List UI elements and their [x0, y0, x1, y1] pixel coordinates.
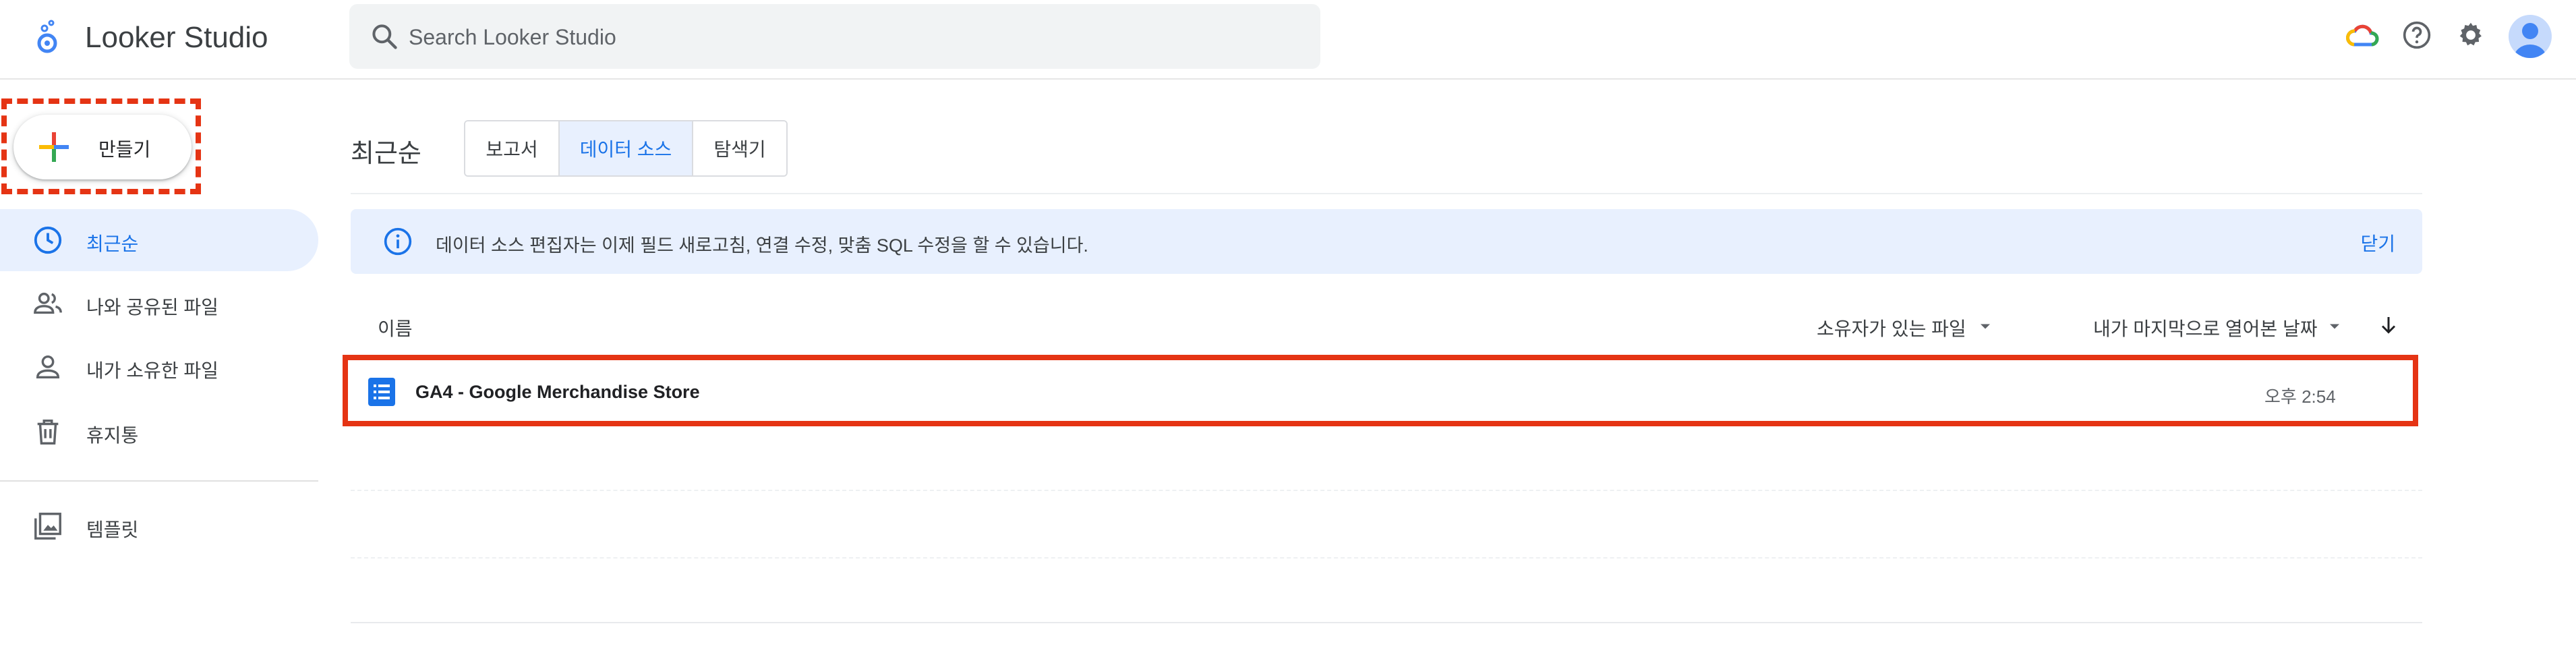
sidebar-item-label: 나와 공유된 파일 [86, 297, 218, 318]
plus-icon [39, 132, 69, 162]
tab-explorer[interactable]: 탐색기 [693, 121, 786, 175]
table-row[interactable]: GA4 - Google Merchandise Store 오후 2:54 [351, 362, 2414, 422]
banner-close-button[interactable]: 닫기 [2360, 229, 2395, 256]
sort-arrow-down-icon[interactable] [2376, 313, 2401, 337]
people-icon [34, 292, 62, 314]
search-icon[interactable] [370, 22, 399, 51]
empty-row-divider [351, 490, 2422, 491]
trash-icon [37, 419, 59, 445]
help-icon[interactable] [2398, 16, 2436, 54]
sidebar-item-label: 휴지통 [86, 425, 139, 446]
looker-studio-logo-icon[interactable] [27, 16, 69, 58]
sidebar-item-owned-by-me[interactable]: 내가 소유한 파일 [0, 336, 318, 398]
row-file-name[interactable]: GA4 - Google Merchandise Store [415, 382, 700, 403]
data-source-icon [368, 378, 395, 406]
tab-reports[interactable]: 보고서 [465, 121, 560, 175]
empty-row-divider [351, 557, 2422, 559]
page-title: 최근순 [351, 140, 421, 168]
search-input[interactable] [407, 4, 1287, 70]
list-bottom-divider [351, 622, 2422, 623]
info-icon [384, 227, 412, 256]
clock-icon [34, 226, 62, 254]
sidebar-item-label: 내가 소유한 파일 [86, 360, 218, 381]
create-button[interactable]: 만들기 [13, 115, 192, 179]
top-bar: Looker Studio [0, 0, 2576, 80]
sidebar-item-trash[interactable]: 휴지통 [0, 401, 318, 463]
tab-data-sources[interactable]: 데이터 소스 [560, 121, 693, 175]
cloud-icon[interactable] [2344, 16, 2382, 54]
column-header-name[interactable]: 이름 [378, 314, 413, 341]
sidebar-item-label: 최근순 [86, 233, 139, 254]
dropdown-arrow-icon[interactable] [2325, 317, 2344, 336]
sidebar-item-label: 템플릿 [86, 519, 139, 540]
app-title[interactable]: Looker Studio [85, 19, 268, 57]
sidebar-item-shared-with-me[interactable]: 나와 공유된 파일 [0, 273, 318, 335]
column-header-owner[interactable]: 소유자가 있는 파일 [1817, 314, 1966, 341]
settings-icon[interactable] [2452, 16, 2490, 54]
info-banner: 데이터 소스 편집자는 이제 필드 새로고침, 연결 수정, 맞춤 SQL 수정… [351, 209, 2422, 274]
template-icon [34, 513, 61, 540]
sidebar-item-recent[interactable]: 최근순 [0, 209, 318, 271]
avatar[interactable] [2509, 15, 2552, 58]
banner-message: 데이터 소스 편집자는 이제 필드 새로고침, 연결 수정, 맞춤 SQL 수정… [436, 235, 1088, 256]
row-last-opened: 오후 2:54 [2264, 387, 2336, 407]
sidebar-item-templates[interactable]: 템플릿 [0, 495, 318, 557]
search-bar[interactable] [349, 4, 1320, 70]
tab-bar: 보고서 데이터 소스 탐색기 [464, 120, 788, 177]
person-icon [36, 355, 60, 379]
dropdown-arrow-icon[interactable] [1976, 317, 1995, 336]
sidebar-divider [0, 480, 318, 482]
create-button-label: 만들기 [98, 139, 151, 160]
column-header-last-opened[interactable]: 내가 마지막으로 열어본 날짜 [2093, 314, 2317, 341]
divider [351, 193, 2422, 194]
